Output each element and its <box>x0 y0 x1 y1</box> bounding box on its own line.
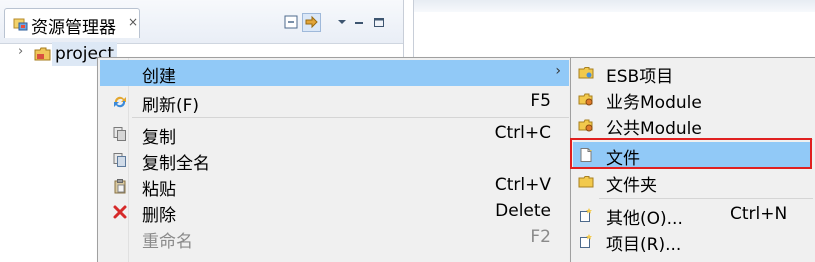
copy-icon <box>113 127 126 141</box>
submenu-separator <box>599 139 813 140</box>
explorer-tab-title: 资源管理器 <box>31 18 116 38</box>
folder-icon <box>578 67 594 79</box>
refresh-icon <box>114 96 126 108</box>
minimize-icon[interactable] <box>351 14 367 30</box>
menu-item-shortcut: Delete <box>495 201 551 221</box>
file-icon <box>580 148 592 162</box>
submenu-item-shortcut: Ctrl+N <box>730 204 788 224</box>
explorer-icon <box>13 18 28 31</box>
context-menu: 创建 › 刷新(F) F5 复制 Ctrl+C 复制全名 粘贴 Ctrl+V 删… <box>97 57 572 262</box>
menu-item-shortcut: Ctrl+V <box>494 175 551 195</box>
submenu-item-label: 其他(O)... <box>606 209 683 229</box>
project-folder-icon <box>34 47 51 61</box>
editor-top-bar <box>414 0 815 12</box>
menu-item-label: 复制 <box>142 128 176 148</box>
submenu-item-label: ESB项目 <box>606 67 674 87</box>
submenu-item-business-module[interactable]: 业务Module <box>573 86 811 113</box>
view-tab-row: 资源管理器 × <box>0 0 403 44</box>
submenu-item-label: 项目(R)... <box>606 235 682 255</box>
submenu-separator <box>599 198 813 199</box>
menu-item-delete[interactable]: 删除 Delete <box>100 199 569 226</box>
folder-icon <box>578 176 594 188</box>
submenu-item-label: 业务Module <box>606 93 702 113</box>
menu-item-label: 创建 <box>142 67 176 87</box>
menu-item-label: 复制全名 <box>142 154 210 174</box>
menu-item-create[interactable]: 创建 › <box>100 60 569 87</box>
view-menu-icon[interactable] <box>334 14 350 30</box>
submenu-item-esb-project[interactable]: ESB项目 <box>573 60 811 87</box>
submenu-item-common-module[interactable]: 公共Module <box>573 112 811 139</box>
wizard-icon <box>580 208 592 222</box>
submenu-item-label: 公共Module <box>606 119 702 139</box>
menu-item-shortcut: Ctrl+C <box>494 123 551 143</box>
menu-item-copy[interactable]: 复制 Ctrl+C <box>100 121 569 148</box>
submenu-item-file[interactable]: 文件 <box>573 142 811 169</box>
submenu-item-label: 文件 <box>606 149 640 169</box>
menu-item-shortcut: F2 <box>530 227 551 247</box>
menu-item-shortcut: F5 <box>530 91 551 111</box>
menu-item-label: 刷新(F) <box>142 96 200 116</box>
create-submenu: ESB项目 业务Module 公共Module 文件 文件夹 其他(O)... … <box>570 57 815 262</box>
close-icon[interactable]: × <box>128 15 138 29</box>
submenu-item-project[interactable]: 项目(R)... <box>573 228 811 255</box>
module-icon <box>578 119 593 132</box>
paste-icon <box>114 179 126 194</box>
menu-item-copy-full-name[interactable]: 复制全名 <box>100 147 569 174</box>
submenu-item-folder[interactable]: 文件夹 <box>573 169 811 196</box>
maximize-icon[interactable] <box>371 14 387 30</box>
delete-icon <box>113 205 127 219</box>
submenu-arrow-icon: › <box>555 63 561 79</box>
wizard-icon <box>580 234 592 248</box>
module-icon <box>578 93 593 106</box>
collapse-all-icon[interactable] <box>283 14 299 30</box>
submenu-item-label: 文件夹 <box>606 176 657 196</box>
menu-item-refresh[interactable]: 刷新(F) F5 <box>100 89 569 116</box>
copy-name-icon <box>113 153 126 167</box>
expand-arrow-icon[interactable]: › <box>18 44 23 59</box>
menu-item-label: 重命名 <box>142 232 193 252</box>
submenu-item-other[interactable]: 其他(O)... Ctrl+N <box>573 202 811 229</box>
menu-item-paste[interactable]: 粘贴 Ctrl+V <box>100 173 569 200</box>
explorer-tab[interactable]: 资源管理器 × <box>4 8 140 38</box>
menu-item-label: 粘贴 <box>142 180 176 200</box>
link-with-editor-icon[interactable] <box>302 13 321 32</box>
menu-item-rename[interactable]: 重命名 F2 <box>100 225 569 252</box>
menu-separator <box>132 117 569 118</box>
menu-item-label: 删除 <box>142 206 176 226</box>
